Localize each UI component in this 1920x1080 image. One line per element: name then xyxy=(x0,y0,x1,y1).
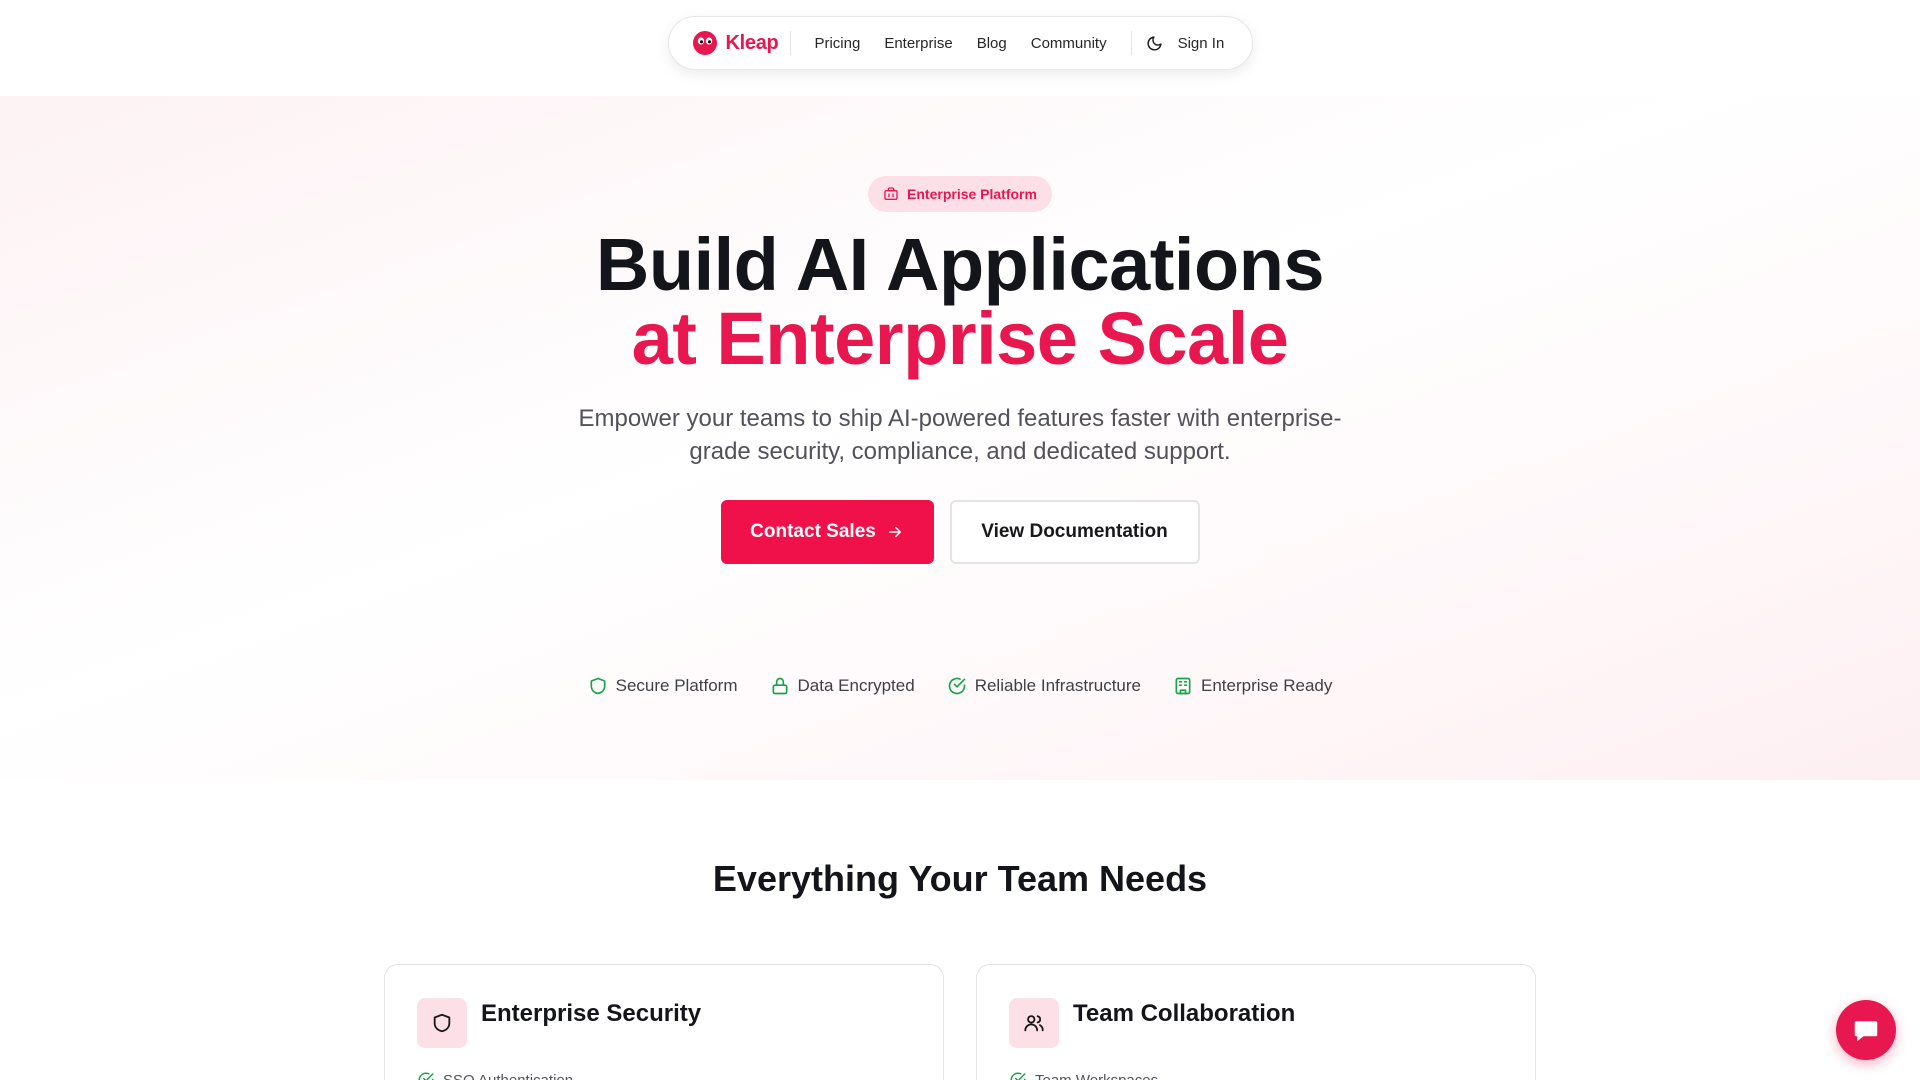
arrow-right-icon xyxy=(888,526,901,538)
check-circle-icon xyxy=(948,677,966,695)
nav-link-pricing[interactable]: Pricing xyxy=(814,35,860,52)
contact-sales-button[interactable]: Contact Sales xyxy=(720,500,934,564)
trust-label: Data Encrypted xyxy=(797,676,915,695)
card-feature-label: Team Workspaces xyxy=(1035,1071,1159,1080)
nav-divider xyxy=(1130,31,1132,55)
hero-section: Enterprise Platform Build AI Application… xyxy=(0,96,1920,780)
users-icon xyxy=(1024,1015,1044,1032)
trust-item-reliable: Reliable Infrastructure xyxy=(947,676,1141,696)
lock-icon xyxy=(772,677,788,695)
moon-icon xyxy=(1147,35,1162,50)
check-circle-icon xyxy=(1010,1072,1026,1080)
shield-icon xyxy=(590,677,606,695)
hero-title-line2: at Enterprise Scale xyxy=(631,297,1289,380)
briefcase-icon xyxy=(884,187,898,200)
nav-link-enterprise[interactable]: Enterprise xyxy=(884,35,952,52)
trust-label: Enterprise Ready xyxy=(1201,676,1333,695)
chat-bubble-icon xyxy=(1854,1021,1878,1042)
card-feature-item: Team Workspaces xyxy=(1009,1071,1158,1080)
nav-link-community[interactable]: Community xyxy=(1031,35,1107,52)
sign-in-link[interactable]: Sign In xyxy=(1178,35,1225,52)
trust-label: Reliable Infrastructure xyxy=(974,676,1142,695)
nav-links: Pricing Enterprise Blog Community xyxy=(814,35,1106,52)
hero-title-line1: Build AI Applications xyxy=(595,223,1325,306)
card-feature-item: SSO Authentication xyxy=(417,1071,573,1080)
trust-indicators: Secure Platform Data Encrypted Reliable … xyxy=(0,676,1920,696)
trust-item-secure: Secure Platform xyxy=(588,676,738,696)
chat-launcher-button[interactable] xyxy=(1836,1000,1896,1060)
badge-label: Enterprise Platform xyxy=(907,186,1037,202)
contact-sales-label: Contact Sales xyxy=(750,521,876,542)
card-title: Team Collaboration xyxy=(1073,1000,1296,1027)
brand-name: Kleap xyxy=(725,31,779,54)
building-icon xyxy=(1175,677,1191,695)
trust-item-encrypted: Data Encrypted xyxy=(770,676,915,696)
features-heading: Everything Your Team Needs xyxy=(712,858,1208,899)
theme-toggle-button[interactable] xyxy=(1144,32,1166,54)
feature-card-collaboration: Team Collaboration Team Workspaces xyxy=(976,964,1536,1080)
top-nav: Kleap Pricing Enterprise Blog Community … xyxy=(667,16,1253,70)
nav-link-blog[interactable]: Blog xyxy=(977,35,1007,52)
enterprise-badge: Enterprise Platform xyxy=(868,176,1052,212)
shield-icon xyxy=(433,1013,451,1033)
card-title: Enterprise Security xyxy=(481,1000,702,1027)
card-icon-box xyxy=(1009,998,1059,1048)
check-circle-icon xyxy=(418,1072,434,1080)
brand-logo[interactable]: Kleap xyxy=(692,31,792,55)
top-nav-wrapper: Kleap Pricing Enterprise Blog Community … xyxy=(0,16,1920,70)
trust-label: Secure Platform xyxy=(615,676,738,695)
hero-title: Build AI Applications at Enterprise Scal… xyxy=(0,228,1920,376)
kleap-logo-icon xyxy=(692,31,717,55)
feature-card-security: Enterprise Security SSO Authentication xyxy=(384,964,944,1080)
card-feature-label: SSO Authentication xyxy=(443,1071,574,1080)
view-documentation-button[interactable]: View Documentation xyxy=(949,500,1200,564)
card-icon-box xyxy=(417,998,467,1048)
view-documentation-label: View Documentation xyxy=(981,521,1168,542)
cta-row: Contact Sales View Documentation xyxy=(0,500,1920,564)
trust-item-enterprise: Enterprise Ready xyxy=(1173,676,1332,696)
hero-subtitle: Empower your teams to ship AI-powered fe… xyxy=(578,405,1342,465)
